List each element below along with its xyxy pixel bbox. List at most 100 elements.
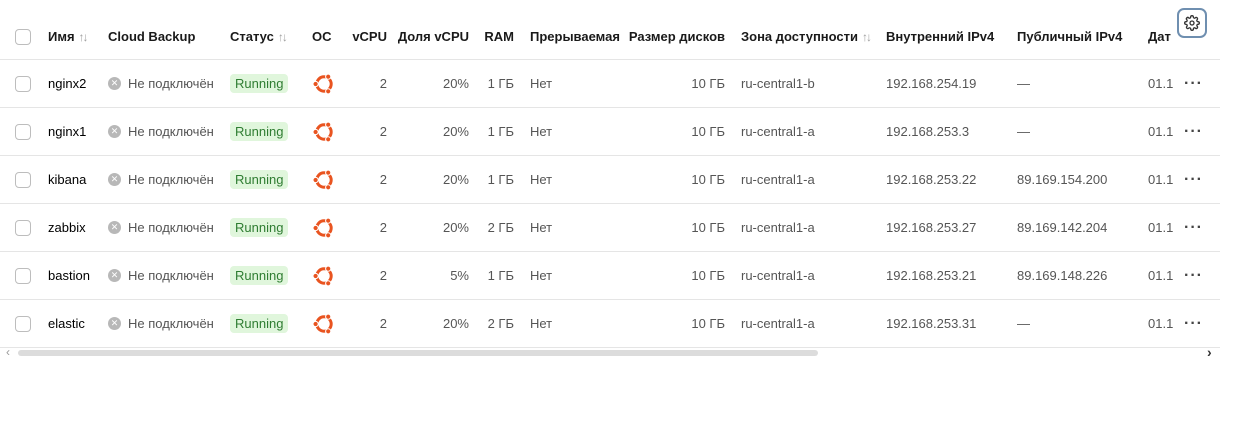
- table-settings-button[interactable]: [1177, 8, 1207, 38]
- table-row[interactable]: zabbix ✕ Не подключён Running 2 20% 2 ГБ Нет 10 …: [0, 204, 1220, 252]
- table-body: nginx2 ✕ Не подключён Running 2 20% 1 ГБ Нет 10 …: [0, 60, 1220, 348]
- backup-cell: ✕ Не подключён: [108, 204, 226, 251]
- ellipsis-icon[interactable]: ···: [1184, 75, 1203, 93]
- ellipsis-icon[interactable]: ···: [1184, 171, 1203, 189]
- ellipsis-icon[interactable]: ···: [1184, 315, 1203, 333]
- vcpu-share-value: 20%: [442, 76, 469, 91]
- row-actions[interactable]: ···: [1184, 252, 1204, 299]
- column-header-zone[interactable]: Зона доступности ↑↓: [741, 14, 881, 59]
- vm-name[interactable]: nginx2: [48, 60, 106, 107]
- backup-status: Не подключён: [128, 316, 214, 331]
- date-value: 01.1: [1148, 268, 1174, 283]
- status-cell: Running: [230, 204, 305, 251]
- vm-name[interactable]: kibana: [48, 156, 106, 203]
- status-badge: Running: [230, 218, 289, 237]
- row-checkbox[interactable]: [15, 123, 31, 140]
- column-header-name[interactable]: Имя ↑↓: [48, 14, 103, 59]
- column-header-os: ОС: [312, 14, 342, 59]
- column-label-internal-ip: Внутренний IPv4: [886, 29, 995, 44]
- row-checkbox[interactable]: [15, 315, 31, 332]
- status-cell: Running: [230, 300, 305, 347]
- x-circle-icon: ✕: [108, 125, 121, 138]
- row-actions[interactable]: ···: [1184, 60, 1204, 107]
- os-cell: [312, 300, 342, 347]
- backup-cell: ✕ Не подключён: [108, 252, 226, 299]
- preemptible-value: Нет: [530, 76, 553, 91]
- x-circle-icon: ✕: [108, 173, 121, 186]
- vm-name[interactable]: bastion: [48, 252, 106, 299]
- x-circle-icon: ✕: [108, 221, 121, 234]
- vcpu-share-value: 5%: [450, 268, 469, 283]
- select-all-checkbox[interactable]: [15, 28, 31, 45]
- row-actions[interactable]: ···: [1184, 300, 1204, 347]
- vcpu-value: 2: [379, 316, 387, 331]
- row-actions[interactable]: ···: [1184, 204, 1204, 251]
- row-checkbox[interactable]: [15, 171, 31, 188]
- table-row[interactable]: nginx2 ✕ Не подключён Running 2 20% 1 ГБ Нет 10 …: [0, 60, 1220, 108]
- table-row[interactable]: nginx1 ✕ Не подключён Running 2 20% 1 ГБ Нет 10 …: [0, 108, 1220, 156]
- ram-value: 1 ГБ: [487, 172, 514, 187]
- preemptible-value: Нет: [530, 124, 553, 139]
- ellipsis-icon[interactable]: ···: [1184, 267, 1203, 285]
- status-cell: Running: [230, 108, 305, 155]
- row-checkbox[interactable]: [15, 267, 31, 284]
- row-checkbox[interactable]: [15, 219, 31, 236]
- date-value: 01.1: [1148, 172, 1174, 187]
- date-value: 01.1: [1148, 220, 1174, 235]
- table-header: Имя ↑↓ Cloud Backup Статус ↑↓ ОС vCPU Доля…: [0, 14, 1220, 60]
- vcpu-share-value: 20%: [442, 316, 469, 331]
- column-header-date: Дат: [1148, 14, 1174, 59]
- date-value: 01.1: [1148, 316, 1174, 331]
- row-checkbox[interactable]: [15, 75, 31, 92]
- row-select-cell: [15, 300, 35, 347]
- preemptible-value: Нет: [530, 220, 553, 235]
- horizontal-scrollbar[interactable]: [18, 350, 818, 356]
- scroll-left-icon[interactable]: ‹: [6, 345, 10, 359]
- column-label-ram: RAM: [484, 29, 514, 44]
- ubuntu-icon: [312, 312, 336, 336]
- sort-icon[interactable]: ↑↓: [862, 30, 872, 44]
- sort-icon[interactable]: ↑↓: [79, 30, 89, 44]
- status-cell: Running: [230, 60, 305, 107]
- internal-ip-value: 192.168.254.19: [886, 76, 977, 91]
- status-badge: Running: [230, 266, 289, 285]
- table-row[interactable]: bastion ✕ Не подключён Running 2 5% 1 ГБ Нет 10 …: [0, 252, 1220, 300]
- column-label-backup: Cloud Backup: [108, 29, 196, 44]
- vcpu-share-value: 20%: [442, 124, 469, 139]
- ellipsis-icon[interactable]: ···: [1184, 219, 1203, 237]
- ellipsis-icon[interactable]: ···: [1184, 123, 1203, 141]
- table-row[interactable]: elastic ✕ Не подключён Running 2 20% 2 ГБ Нет 10…: [0, 300, 1220, 348]
- backup-cell: ✕ Не подключён: [108, 108, 226, 155]
- x-circle-icon: ✕: [108, 317, 121, 330]
- scroll-right-icon[interactable]: ›: [1207, 344, 1212, 360]
- os-cell: [312, 204, 342, 251]
- row-select-cell: [15, 156, 35, 203]
- backup-status: Не подключён: [128, 124, 214, 139]
- column-header-disk-size: Размер дисков: [628, 14, 725, 59]
- column-header-ram: RAM: [478, 14, 514, 59]
- row-actions[interactable]: ···: [1184, 156, 1204, 203]
- disk-size-value: 10 ГБ: [691, 268, 725, 283]
- status-badge: Running: [230, 314, 289, 333]
- public-ip-value: —: [1017, 76, 1030, 91]
- row-actions[interactable]: ···: [1184, 108, 1204, 155]
- table-row[interactable]: kibana ✕ Не подключён Running 2 20% 1 ГБ Нет 10 …: [0, 156, 1220, 204]
- column-header-status[interactable]: Статус ↑↓: [230, 14, 305, 59]
- vm-name[interactable]: zabbix: [48, 204, 106, 251]
- ubuntu-icon: [312, 168, 336, 192]
- internal-ip-value: 192.168.253.27: [886, 220, 977, 235]
- backup-status: Не подключён: [128, 172, 214, 187]
- sort-icon[interactable]: ↑↓: [278, 30, 288, 44]
- vcpu-value: 2: [379, 76, 387, 91]
- vm-name[interactable]: nginx1: [48, 108, 106, 155]
- preemptible-value: Нет: [530, 316, 553, 331]
- zone-value: ru-central1-a: [741, 124, 815, 139]
- ubuntu-icon: [312, 72, 336, 96]
- os-cell: [312, 60, 342, 107]
- column-label-public-ip: Публичный IPv4: [1017, 29, 1123, 44]
- column-header-preemptible: Прерываемая: [530, 14, 628, 59]
- column-label-vcpu-share: Доля vCPU: [397, 29, 469, 44]
- ubuntu-icon: [312, 264, 336, 288]
- internal-ip-value: 192.168.253.22: [886, 172, 977, 187]
- vm-name[interactable]: elastic: [48, 300, 106, 347]
